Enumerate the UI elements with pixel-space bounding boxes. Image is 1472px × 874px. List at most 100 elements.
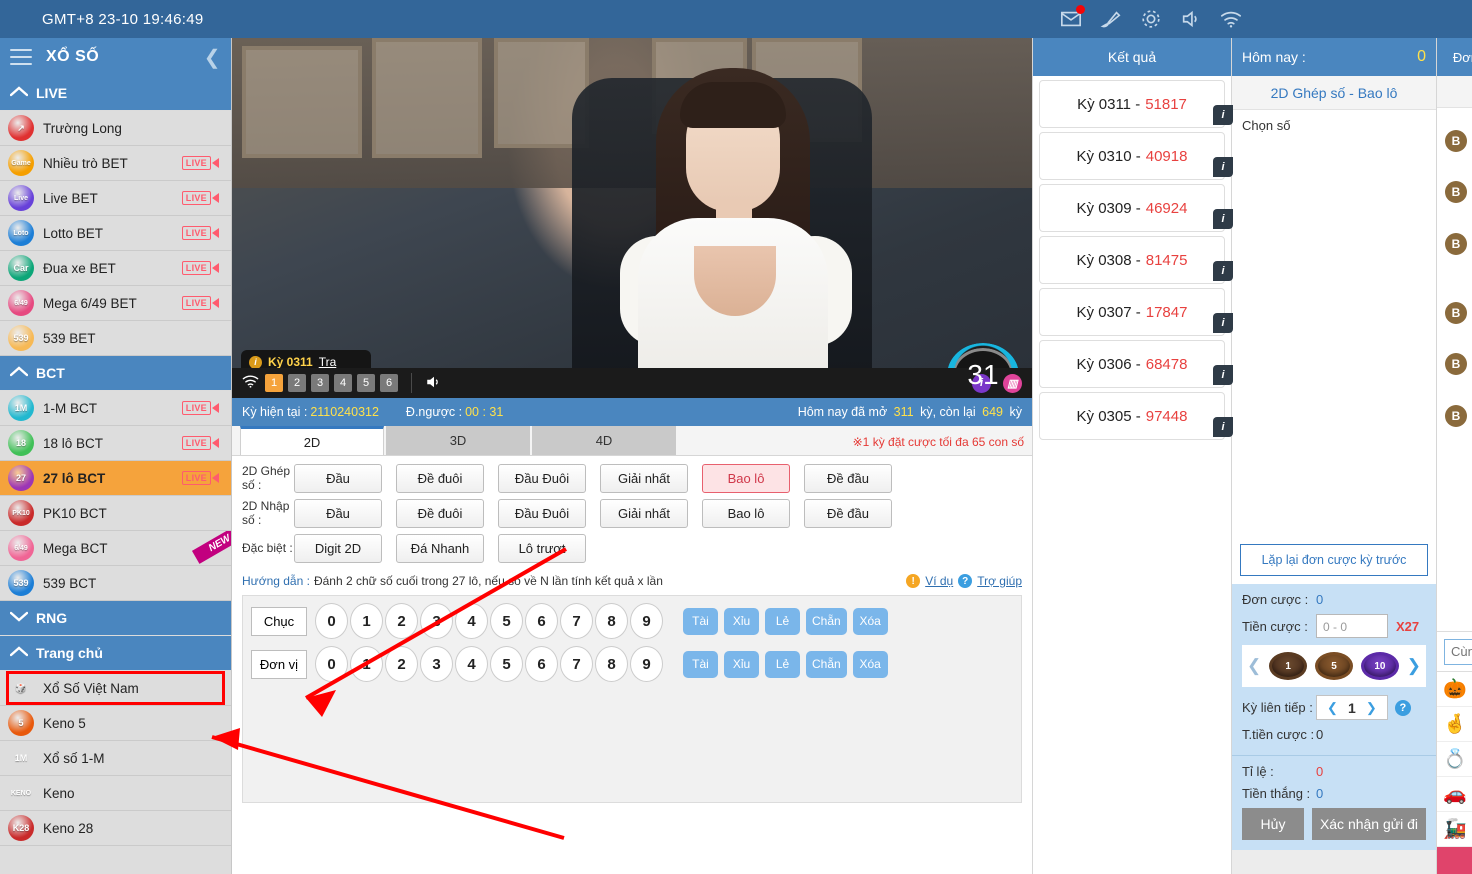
bet-type-button-đề-đầu[interactable]: Đề đầu	[804, 464, 892, 493]
chip-10[interactable]: 10	[1360, 652, 1399, 680]
live-video-player[interactable]: i Kỳ 0311 Tra 51817 31 123456	[232, 38, 1032, 398]
digit-ball-6[interactable]: 6	[525, 603, 558, 639]
numpad-row-tag[interactable]: Chục	[251, 606, 307, 636]
consecutive-help-icon[interactable]: ?	[1394, 699, 1411, 716]
digit-ball-7[interactable]: 7	[560, 603, 593, 639]
avatar[interactable]: B	[1445, 353, 1467, 376]
result-item[interactable]: Kỳ 0307 -17847 i	[1039, 288, 1233, 336]
digit-ball-5[interactable]: 5	[490, 603, 523, 639]
tab-2d[interactable]: 2D	[240, 426, 384, 455]
quick-action-lẻ[interactable]: Lẻ	[765, 650, 800, 678]
quick-action-xỉu[interactable]: Xỉu	[724, 607, 759, 635]
quick-action-chẵn[interactable]: Chẵn	[806, 607, 847, 635]
sidebar-item-x-s-1-m[interactable]: 1M Xổ số 1-M	[0, 741, 231, 776]
consecutive-stepper[interactable]: ❮ 1 ❯	[1316, 695, 1388, 720]
sidebar-item--ua-xe-bet[interactable]: Car Đua xe BET LIVE	[0, 251, 231, 286]
quick-action-xóa[interactable]: Xóa	[852, 607, 888, 635]
result-info-icon[interactable]: i	[1213, 313, 1233, 333]
digit-ball-1[interactable]: 1	[350, 603, 383, 639]
quality-button-5[interactable]: 5	[357, 374, 375, 392]
bet-type-button-giải-nhất[interactable]: Giải nhất	[600, 499, 688, 528]
sidebar-item-nhi-u-tr-bet[interactable]: Game Nhiều trò BET LIVE	[0, 146, 231, 181]
confirm-submit-button[interactable]: Xác nhận gửi đi	[1312, 808, 1426, 840]
avatar[interactable]: B	[1445, 404, 1467, 427]
gift-item-nbng[interactable]: 🎃Đèn bí ngô16	[1437, 672, 1472, 707]
avatar[interactable]: B	[1445, 181, 1467, 204]
free-gift-bar[interactable]: Quà tặng miễn phí : 0	[1437, 847, 1472, 874]
example-link[interactable]: Ví dụ	[925, 574, 953, 588]
bet-type-button-đầu[interactable]: Đầu	[294, 499, 382, 528]
digit-ball-0[interactable]: 0	[315, 646, 348, 682]
result-item[interactable]: Kỳ 0308 -81475 i	[1039, 236, 1233, 284]
quick-action-tài[interactable]: Tài	[683, 607, 718, 635]
avatar[interactable]: B	[1445, 232, 1467, 255]
quality-button-2[interactable]: 2	[288, 374, 306, 392]
bet-type-button-đầu-đuôi[interactable]: Đầu Đuôi	[498, 464, 586, 493]
sidebar-item-keno[interactable]: KENO Keno	[0, 776, 231, 811]
bet-type-button-đầu-đuôi[interactable]: Đầu Đuôi	[498, 499, 586, 528]
stepper-decrement[interactable]: ❮	[1321, 700, 1344, 716]
sidebar-item-1-m-bct[interactable]: 1M 1-M BCT LIVE	[0, 391, 231, 426]
tab-new-bets[interactable]: Đơn cược mới	[1437, 38, 1472, 76]
chat-text-input[interactable]	[1451, 644, 1472, 659]
digit-ball-0[interactable]: 0	[315, 603, 348, 639]
gift-item-lamborg[interactable]: 🚗Lamborg...280	[1437, 777, 1472, 812]
tab-4d[interactable]: 4D	[532, 426, 676, 455]
bet-type-button-đề-đuôi[interactable]: Đề đuôi	[396, 499, 484, 528]
sidebar-item-x-s-vi-t-nam[interactable]: 🎲 Xổ Số Việt Nam	[0, 671, 231, 706]
sidebar-group-bct[interactable]: BCT	[0, 356, 231, 391]
sidebar-item-27-l-bct[interactable]: 27 27 lô BCT LIVE	[0, 461, 231, 496]
quick-action-xỉu[interactable]: Xỉu	[724, 650, 759, 678]
avatar[interactable]: B	[1445, 302, 1467, 325]
digit-ball-9[interactable]: 9	[630, 646, 663, 682]
result-info-icon[interactable]: i	[1213, 417, 1233, 437]
sidebar-item-keno-28[interactable]: K28 Keno 28	[0, 811, 231, 846]
video-stats-icon[interactable]: ▥	[1003, 373, 1022, 393]
sidebar-header[interactable]: XỔ SỐ ❮	[0, 38, 231, 76]
sidebar-item-lotto-bet[interactable]: Loto Lotto BET LIVE	[0, 216, 231, 251]
quick-action-tài[interactable]: Tài	[683, 650, 718, 678]
tab-3d[interactable]: 3D	[386, 426, 530, 455]
sidebar-item-18-l-bct[interactable]: 18 18 lô BCT LIVE	[0, 426, 231, 461]
digit-ball-9[interactable]: 9	[630, 603, 663, 639]
chat-input-box[interactable]	[1444, 638, 1472, 665]
digit-ball-7[interactable]: 7	[560, 646, 593, 682]
result-item[interactable]: Kỳ 0309 -46924 i	[1039, 184, 1233, 232]
result-info-icon[interactable]: i	[1213, 105, 1233, 125]
result-item[interactable]: Kỳ 0305 -97448 i	[1039, 392, 1233, 440]
repeat-previous-bet-button[interactable]: Lặp lại đơn cược kỳ trước	[1240, 544, 1428, 576]
digit-ball-4[interactable]: 4	[455, 603, 488, 639]
quick-action-xóa[interactable]: Xóa	[852, 650, 888, 678]
gift-item-xelath[interactable]: 🚂Xe lửa th...1088	[1437, 812, 1472, 847]
brush-icon[interactable]	[1100, 8, 1122, 30]
help-link[interactable]: Trợ giúp	[977, 574, 1022, 588]
bet-type-button-digit-2d[interactable]: Digit 2D	[294, 534, 382, 563]
digit-ball-3[interactable]: 3	[420, 603, 453, 639]
gift-item-nhnki[interactable]: 💍Nhẫn ki...130	[1437, 742, 1472, 777]
digit-ball-1[interactable]: 1	[350, 646, 383, 682]
sidebar-item-live-bet[interactable]: Live Live BET LIVE	[0, 181, 231, 216]
digit-ball-5[interactable]: 5	[490, 646, 523, 682]
digit-ball-8[interactable]: 8	[595, 603, 628, 639]
digit-ball-2[interactable]: 2	[385, 603, 418, 639]
hamburger-icon[interactable]	[10, 49, 32, 65]
sidebar-item-keno-5[interactable]: 5 Keno 5	[0, 706, 231, 741]
digit-ball-6[interactable]: 6	[525, 646, 558, 682]
bet-money-input[interactable]: 0 - 0	[1316, 614, 1388, 638]
result-item[interactable]: Kỳ 0311 -51817 i	[1039, 80, 1233, 128]
quick-action-chẵn[interactable]: Chẵn	[806, 650, 847, 678]
volume-icon[interactable]	[1180, 8, 1202, 30]
bet-type-button-đề-đuôi[interactable]: Đề đuôi	[396, 464, 484, 493]
bet-type-button-giải-nhất[interactable]: Giải nhất	[600, 464, 688, 493]
overlay-tra-link[interactable]: Tra	[319, 355, 337, 369]
sidebar-item-mega-6-49-bet[interactable]: 6/49 Mega 6/49 BET LIVE	[0, 286, 231, 321]
quality-button-6[interactable]: 6	[380, 374, 398, 392]
digit-ball-3[interactable]: 3	[420, 646, 453, 682]
video-volume-icon[interactable]	[425, 374, 443, 393]
sidebar-item-pk10-bct[interactable]: PK10 PK10 BCT	[0, 496, 231, 531]
quick-action-lẻ[interactable]: Lẻ	[765, 607, 800, 635]
chip-prev-arrow[interactable]: ❮	[1247, 656, 1261, 676]
bet-type-button-lô-trượt[interactable]: Lô trượt	[498, 534, 586, 563]
sidebar-item-tr-ng-long[interactable]: ↗ Trường Long	[0, 111, 231, 146]
cancel-button[interactable]: Hủy	[1242, 808, 1304, 840]
